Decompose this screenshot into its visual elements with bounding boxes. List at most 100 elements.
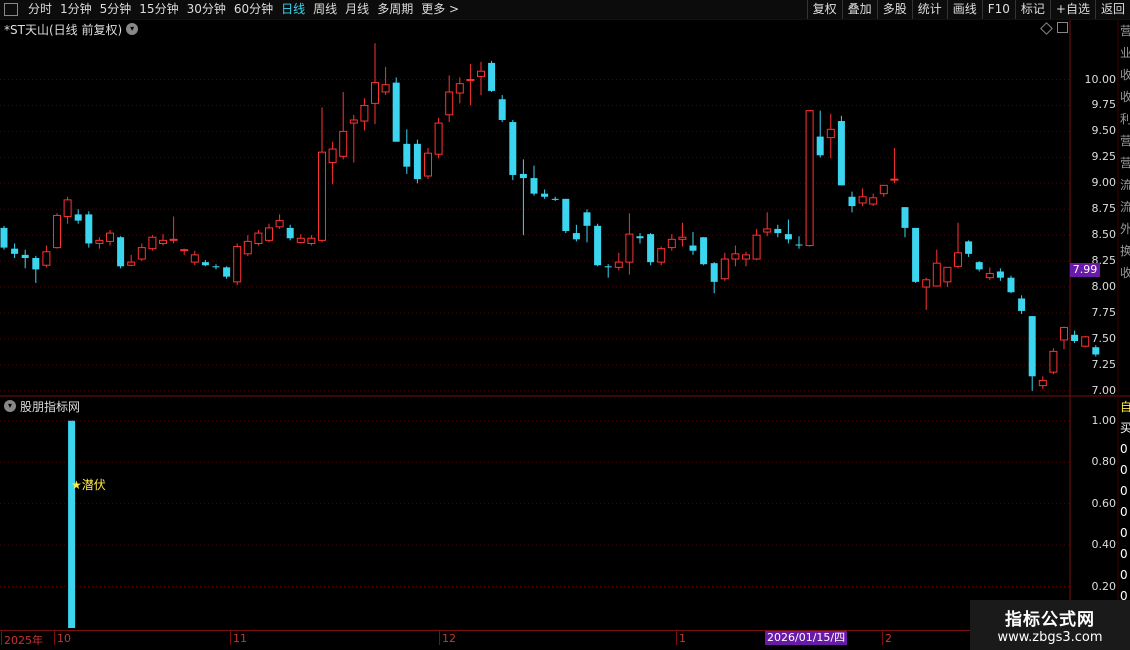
candle-body <box>1092 347 1100 355</box>
period-tab[interactable]: 分时 <box>24 0 56 19</box>
candle-body <box>11 248 19 254</box>
period-tabs: 分时 1分钟 5分钟 15分钟 30分钟 60分钟 日线 周线 月线 多周期 更多 > <box>0 0 463 19</box>
indicator-title: 股朋指标网 <box>20 399 81 414</box>
candle-body <box>1038 379 1047 387</box>
candle-body <box>710 263 718 282</box>
toolbar-button[interactable]: 标记 <box>1014 0 1050 19</box>
candle-body <box>85 214 93 244</box>
right-toolbar: 复权 叠加 多股 统计 画线 F10 标记 +自选 返回 <box>806 0 1130 19</box>
candle-body <box>731 253 740 260</box>
candle-body <box>604 266 612 268</box>
watermark-logo: 指标公式网 www.zbgs3.com <box>970 600 1130 650</box>
candle-body <box>922 279 931 288</box>
toolbar-button[interactable]: 叠加 <box>841 0 877 19</box>
current-price-tag: 7.99 <box>1070 263 1100 277</box>
toolbar-button[interactable]: +自选 <box>1049 0 1095 19</box>
candle-body <box>583 212 591 226</box>
candle-body <box>403 143 411 167</box>
period-tab[interactable]: 月线 <box>341 0 373 19</box>
price-tick-label: 8.00 <box>1091 280 1117 294</box>
kline-chart[interactable] <box>0 0 1130 650</box>
candle-body <box>148 236 157 250</box>
period-tab[interactable]: 5分钟 <box>96 0 136 19</box>
date-tick <box>676 631 677 645</box>
date-tick <box>439 631 440 645</box>
candle-body <box>912 227 920 282</box>
candle-body <box>689 245 697 251</box>
candle-body <box>21 254 29 258</box>
candle-body <box>530 178 538 194</box>
candle-body <box>349 119 358 124</box>
period-tab[interactable]: 周线 <box>309 0 341 19</box>
toolbar-button[interactable]: 统计 <box>911 0 947 19</box>
candle-body <box>201 262 209 266</box>
period-tab[interactable]: 日线 <box>277 0 309 19</box>
date-tick-label: 2 <box>885 632 892 645</box>
window-icon[interactable] <box>1057 22 1068 33</box>
candle-body <box>805 110 814 247</box>
candle-body <box>943 266 952 283</box>
price-tick-label: 10.00 <box>1084 72 1117 86</box>
toolbar-button[interactable]: 复权 <box>806 0 842 19</box>
title-text: *ST天山(日线 前复权) <box>4 22 123 37</box>
date-tick-label: 12 <box>442 632 456 645</box>
candle-body <box>678 236 687 240</box>
price-tick-label: 9.25 <box>1091 150 1117 164</box>
period-tab[interactable]: 15分钟 <box>135 0 182 19</box>
chart-title-row: *ST天山(日线 前复权) ▾ <box>0 20 139 38</box>
candle-body <box>541 193 549 197</box>
candle-body <box>318 151 326 241</box>
candle-body <box>742 254 750 260</box>
candle-body <box>1049 350 1058 373</box>
candle-body <box>180 249 189 252</box>
candle-body <box>488 62 496 91</box>
candle-body <box>360 104 369 122</box>
toolbar-button[interactable]: 画线 <box>946 0 982 19</box>
period-tab[interactable]: 多周期 <box>373 0 417 19</box>
toolbar-button[interactable]: F10 <box>981 0 1015 19</box>
candle-body <box>1018 298 1026 311</box>
candle-body <box>594 225 602 266</box>
candle-body <box>95 239 104 244</box>
date-tick-label: 2025年 <box>4 634 43 647</box>
indicator-title-row: ▾ 股朋指标网 <box>0 397 80 415</box>
period-tab[interactable]: 60分钟 <box>230 0 277 19</box>
candle-body <box>700 237 708 265</box>
candle-body <box>498 99 506 120</box>
right-side-panel-edge: 营业收收利营营流流外换收 <box>1120 24 1130 280</box>
candle-body <box>243 240 252 255</box>
candle-body <box>848 196 856 207</box>
candle-body <box>1028 316 1036 377</box>
candle-body <box>985 273 994 279</box>
indicator-tick-label: 0.60 <box>1091 496 1117 510</box>
panel-toggle-icon[interactable] <box>4 3 18 16</box>
toolbar-button[interactable]: 返回 <box>1094 0 1130 19</box>
period-tab[interactable]: 1分钟 <box>56 0 96 19</box>
period-tab[interactable]: 30分钟 <box>183 0 230 19</box>
price-tick-label: 7.25 <box>1091 357 1117 371</box>
candle-body <box>965 241 973 254</box>
candle-body <box>413 143 421 180</box>
candle-body <box>434 122 443 155</box>
period-tab[interactable]: 更多 > <box>417 0 463 19</box>
toolbar-button[interactable]: 多股 <box>876 0 912 19</box>
candle-body <box>1007 277 1015 293</box>
candle-body <box>371 82 379 104</box>
candle-body <box>137 247 146 260</box>
indicator-side-panel-edge: 自买00000000 <box>1120 400 1130 603</box>
candle-body <box>296 237 305 243</box>
chevron-down-icon[interactable]: ▾ <box>126 23 139 35</box>
chevron-down-icon[interactable]: ▾ <box>4 400 16 412</box>
candle-body <box>890 178 899 181</box>
candle-body <box>63 199 72 217</box>
candle-body <box>169 238 178 241</box>
candle-body <box>763 228 772 233</box>
indicator-tick-label: 0.80 <box>1091 455 1117 469</box>
candle-body <box>837 121 845 186</box>
candle-body <box>667 238 676 249</box>
date-axis: 2025年 10 11 12 1 2 <box>0 630 1070 647</box>
diamond-icon[interactable] <box>1040 22 1053 35</box>
chart-corner-icons <box>1040 22 1068 35</box>
candle-body <box>223 267 231 277</box>
candle-body <box>53 214 61 249</box>
